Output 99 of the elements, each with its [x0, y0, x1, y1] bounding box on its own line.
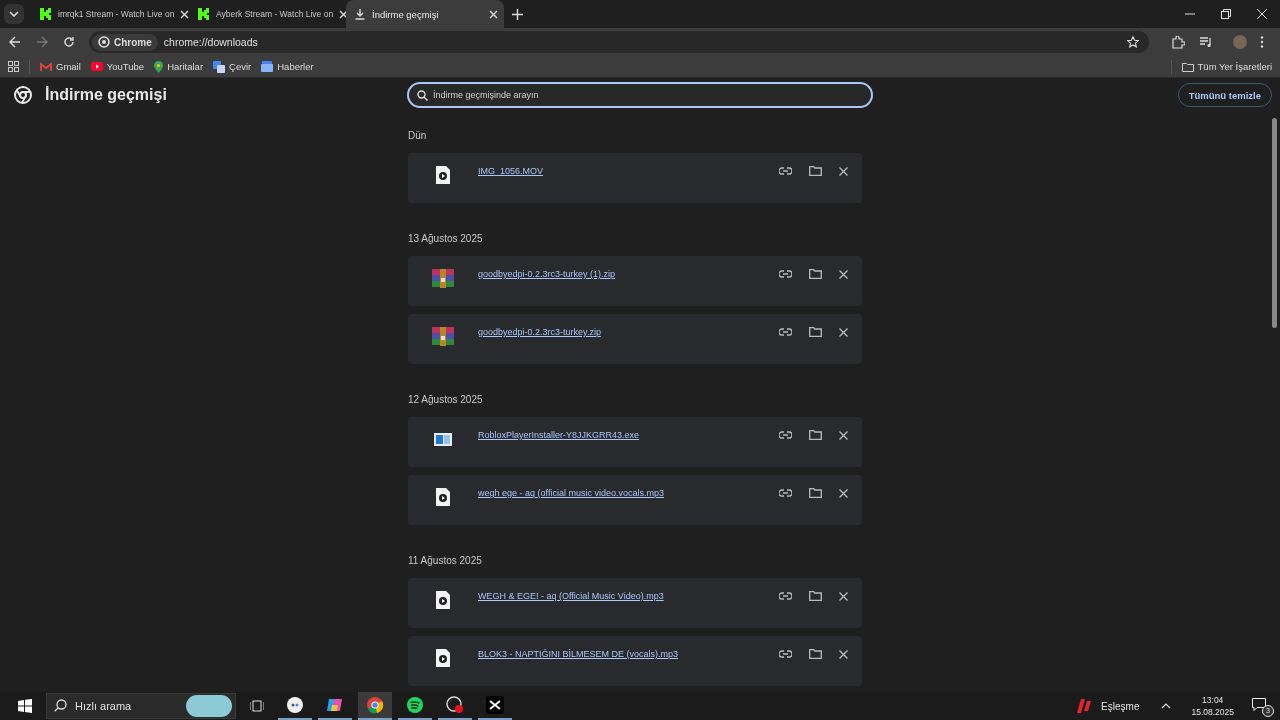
download-icon [354, 8, 366, 20]
reload-icon[interactable] [63, 36, 75, 48]
all-bookmarks-item[interactable]: Tüm Yer İşaretleri [1181, 61, 1272, 72]
clock[interactable]: 13:04 15.08.2025 [1191, 694, 1234, 718]
k-logo-icon [38, 7, 52, 21]
date-heading: 12 Ağustos 2025 [408, 394, 484, 407]
search-highlight-drawing [186, 695, 232, 717]
editor-logo-icon [486, 696, 504, 714]
play-icon [90, 62, 103, 71]
browser-logo-icon [98, 36, 110, 48]
tab-title: imrqk1 Stream - Watch Live on [58, 9, 175, 19]
record-icon [446, 696, 464, 714]
browser-tab[interactable]: İndirme geçmişi [346, 0, 504, 28]
address-bar[interactable]: Chrome chrome://downloads [89, 31, 1149, 53]
link-icon[interactable] [779, 431, 792, 439]
search-icon [54, 699, 67, 712]
close-icon[interactable] [489, 9, 498, 19]
installer-icon [434, 432, 452, 446]
new-tab-icon[interactable] [512, 8, 523, 20]
back-icon[interactable] [9, 36, 21, 48]
file-link[interactable]: BLOK3 - NAPTIĞINI BİLMESEM DE (vocals).mp3 [478, 648, 779, 659]
site-chip[interactable]: Chrome [92, 33, 158, 51]
close-icon[interactable] [839, 430, 848, 440]
more-icon[interactable] [1260, 36, 1264, 48]
dots-icon [286, 696, 304, 714]
folder-icon [1181, 61, 1194, 72]
date-heading: Dün [408, 130, 428, 143]
folder-icon[interactable] [809, 591, 822, 601]
link-icon[interactable] [779, 650, 792, 658]
folder-icon[interactable] [809, 327, 822, 337]
folder-icon[interactable] [809, 488, 822, 498]
colorful-logo-icon [326, 696, 344, 714]
date-heading: 11 Ağustos 2025 [408, 555, 483, 568]
restore-icon[interactable] [1221, 9, 1231, 19]
archive-icon [432, 326, 454, 346]
slash-logo-icon [1077, 699, 1094, 713]
folder-icon[interactable] [809, 166, 822, 176]
file-link[interactable]: IMG_1056.MOV [478, 165, 779, 176]
browser-logo-icon [366, 696, 384, 714]
forward-icon[interactable] [36, 36, 48, 48]
file-link[interactable]: WEGH & EGE! - aq (Official Music Video).mp3 [478, 590, 779, 601]
close-icon[interactable] [839, 488, 848, 498]
bookmark-item[interactable]: YouTube [90, 61, 145, 72]
file-link[interactable]: wegh ege - aq (official music video.vocals.mp3 [478, 487, 779, 498]
tab-list-button[interactable] [4, 4, 24, 24]
bookmark-item[interactable]: Çevir [213, 60, 252, 73]
bookmark-item[interactable]: Gmail [40, 61, 81, 72]
bookmark-item[interactable]: Haberler [261, 61, 314, 72]
page-title: İndirme geçmişi [45, 86, 167, 104]
map-pin-icon [154, 60, 164, 73]
bookmark-item[interactable]: Haritalar [154, 60, 204, 73]
puzzle-icon[interactable] [1172, 35, 1185, 49]
media-file-icon [436, 591, 450, 609]
weather-widget[interactable]: Eşleşme [1077, 699, 1140, 713]
close-icon[interactable] [839, 166, 848, 176]
tab-title: İndirme geçmişi [372, 8, 440, 20]
close-icon[interactable] [839, 269, 848, 279]
browser-logo-icon [14, 86, 32, 104]
date-heading: 13 Ağustos 2025 [408, 233, 484, 246]
music-logo-icon [406, 696, 424, 714]
media-file-icon [436, 166, 450, 184]
media-queue-icon[interactable] [1200, 36, 1213, 48]
task-view-icon[interactable] [250, 700, 264, 712]
star-icon[interactable] [1127, 36, 1139, 48]
search-icon [417, 90, 428, 101]
link-icon[interactable] [779, 592, 792, 600]
mail-icon [40, 61, 52, 72]
chevron-up-icon[interactable] [1161, 703, 1172, 709]
translate-icon [213, 60, 226, 73]
file-link[interactable]: goodbyedpi-0.2.3rc3-turkey.zip [478, 326, 779, 337]
link-icon[interactable] [779, 489, 792, 497]
news-icon [261, 61, 274, 72]
link-icon[interactable] [779, 167, 792, 175]
k-logo-icon [196, 7, 210, 21]
media-file-icon [436, 488, 450, 506]
close-icon[interactable] [1257, 9, 1267, 19]
file-link[interactable]: goodbyedpi-0.2.3rc3-turkey (1).zip [478, 268, 779, 279]
close-icon[interactable] [339, 9, 349, 19]
windows-start-icon[interactable] [18, 699, 32, 713]
link-icon[interactable] [779, 328, 792, 336]
message-icon [1252, 698, 1266, 711]
close-icon[interactable] [839, 649, 848, 659]
apps-grid-icon[interactable] [8, 61, 19, 72]
search-field[interactable]: İndirme geçmişinde arayın [407, 82, 873, 108]
caret-icon [9, 11, 19, 17]
folder-icon[interactable] [809, 649, 822, 659]
folder-icon[interactable] [809, 269, 822, 279]
browser-tab[interactable]: imrqk1 Stream - Watch Live on [30, 0, 188, 28]
media-file-icon [436, 649, 450, 667]
file-link[interactable]: RobloxPlayerInstaller-Y8JJKGRR43.exe [478, 429, 779, 440]
folder-icon[interactable] [809, 430, 822, 440]
link-icon[interactable] [779, 270, 792, 278]
close-icon[interactable] [839, 591, 848, 601]
tab-title: Ayberk Stream - Watch Live on [216, 9, 334, 19]
close-icon[interactable] [839, 327, 848, 337]
taskbar-app[interactable] [358, 692, 392, 720]
close-icon[interactable] [180, 9, 190, 19]
archive-icon [432, 268, 454, 288]
url-text: chrome://downloads [163, 36, 258, 48]
